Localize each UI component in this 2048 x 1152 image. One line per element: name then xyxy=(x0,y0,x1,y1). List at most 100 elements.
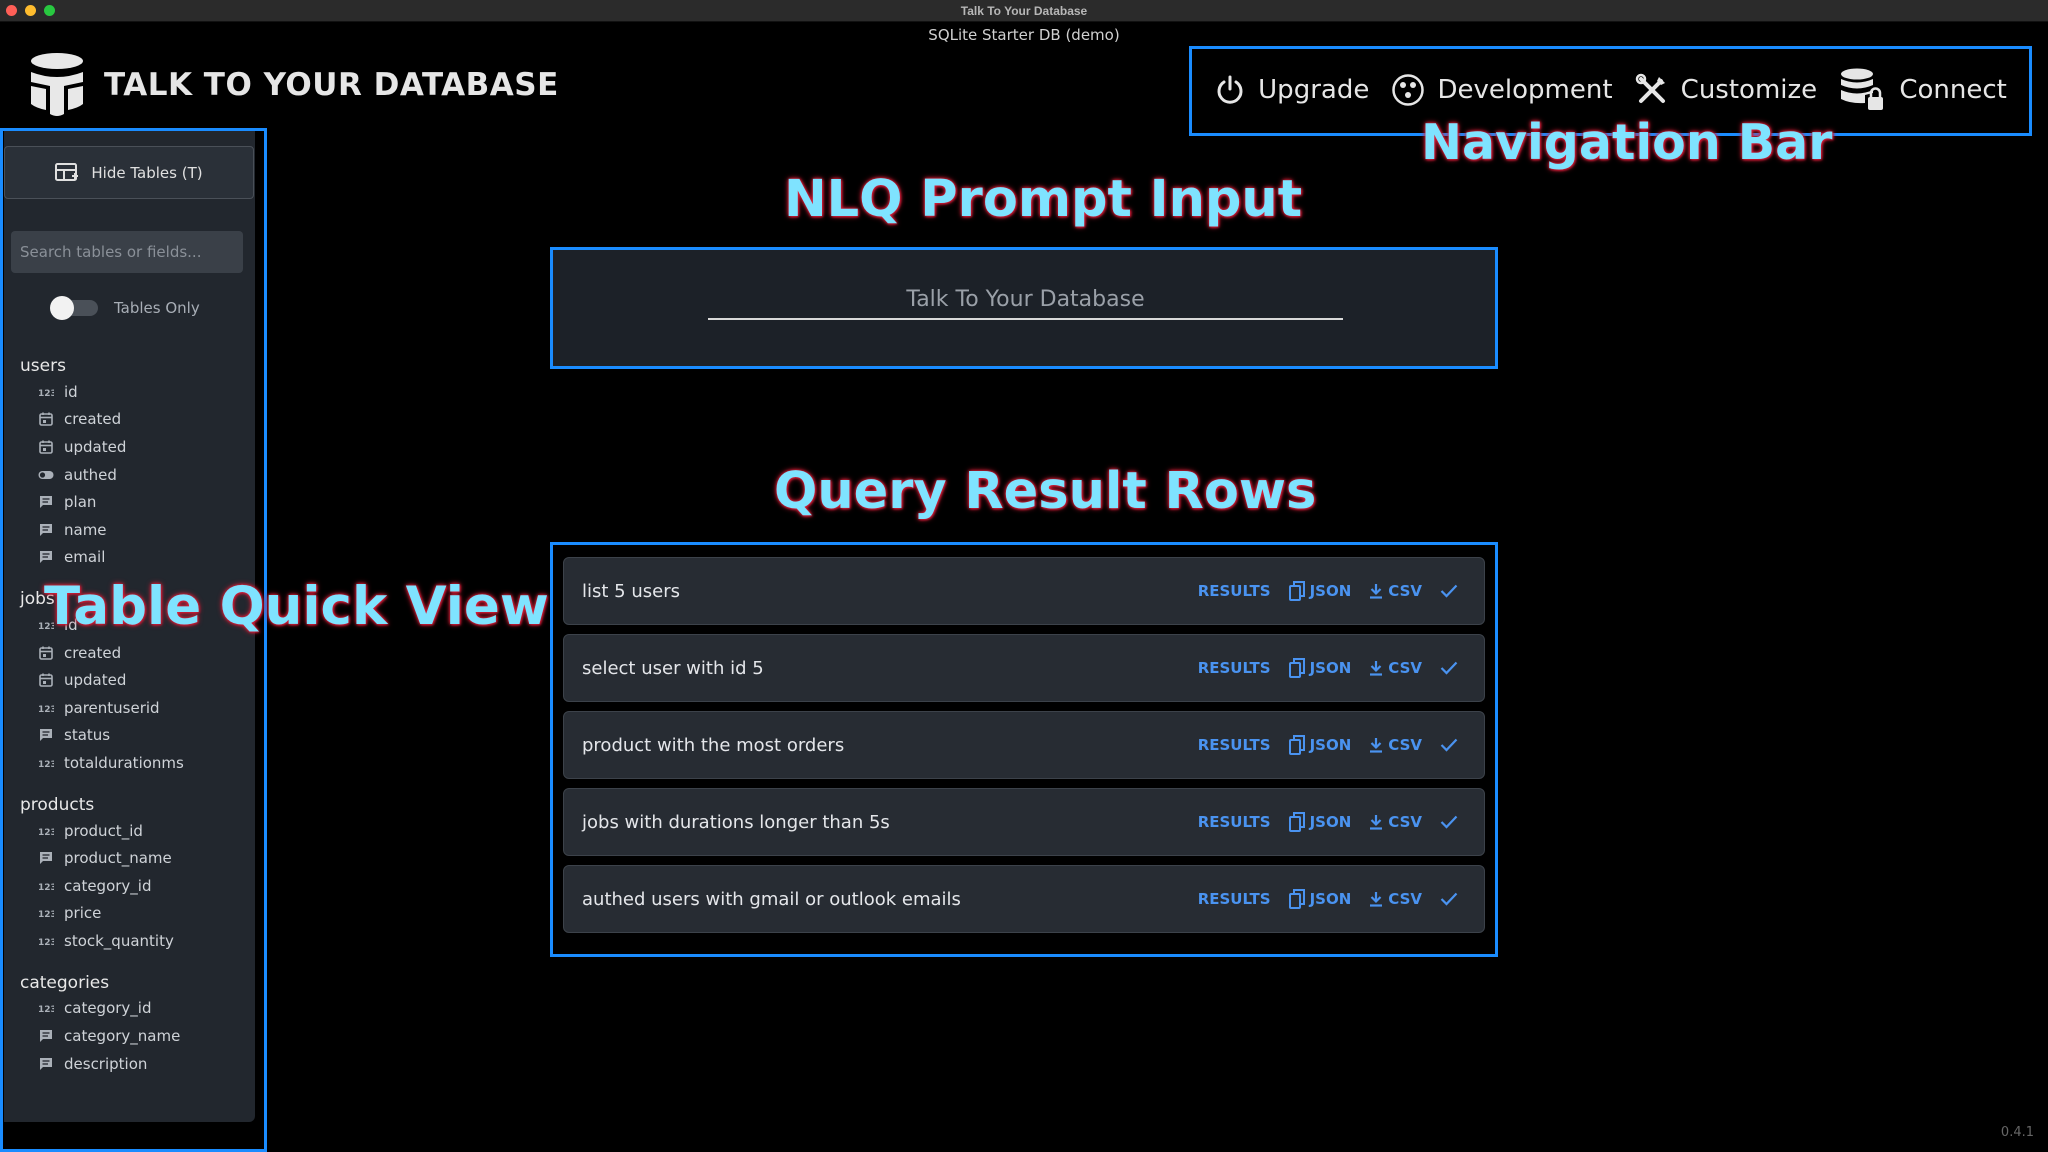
download-csv-button[interactable]: CSV xyxy=(1369,813,1422,831)
field-item[interactable]: description xyxy=(20,1050,250,1078)
check-icon[interactable] xyxy=(1440,892,1458,906)
copy-json-button[interactable]: JSON xyxy=(1288,889,1351,909)
field-item[interactable]: created xyxy=(20,639,250,667)
field-name: updated xyxy=(64,671,127,690)
download-csv-button[interactable]: CSV xyxy=(1369,736,1422,754)
field-item[interactable]: 123 parentuserid xyxy=(20,694,250,722)
field-item[interactable]: name xyxy=(20,516,250,544)
query-text: select user with id 5 xyxy=(582,657,764,679)
table-name[interactable]: users xyxy=(20,354,250,378)
date-type-icon xyxy=(38,646,54,660)
results-button[interactable]: RESULTS xyxy=(1198,813,1271,831)
copy-json-button[interactable]: JSON xyxy=(1288,812,1352,832)
nlq-prompt-input[interactable] xyxy=(708,280,1343,320)
field-item[interactable]: updated xyxy=(20,433,250,461)
check-icon[interactable] xyxy=(1440,661,1458,675)
field-item[interactable]: 123 totaldurationms xyxy=(20,749,250,777)
query-result-rows: list 5 users RESULTS JSON CSV select use… xyxy=(550,542,1498,957)
field-item[interactable]: 123 product_id xyxy=(20,817,250,845)
field-item[interactable]: email xyxy=(20,544,250,572)
results-label: RESULTS xyxy=(1197,890,1271,908)
result-row[interactable]: jobs with durations longer than 5s RESUL… xyxy=(563,788,1485,856)
field-item[interactable]: 123 category_id xyxy=(20,995,250,1023)
csv-label: CSV xyxy=(1388,813,1422,831)
field-item[interactable]: 123 category_id xyxy=(20,872,250,900)
field-item[interactable]: category_name xyxy=(20,1022,250,1050)
field-item[interactable]: plan xyxy=(20,488,250,516)
table-name[interactable]: products xyxy=(20,793,250,817)
results-button[interactable]: RESULTS xyxy=(1198,890,1271,908)
results-label: RESULTS xyxy=(1197,659,1271,677)
result-row[interactable]: select user with id 5 RESULTS JSON CSV xyxy=(563,634,1485,702)
search-tables-input[interactable] xyxy=(11,231,243,273)
nav-customize[interactable]: Customize xyxy=(1635,73,1817,107)
result-row[interactable]: list 5 users RESULTS JSON CSV xyxy=(563,557,1485,625)
query-text: jobs with durations longer than 5s xyxy=(582,811,890,833)
nav-connect[interactable]: Connect xyxy=(1839,67,2007,113)
tables-only-toggle[interactable]: Tables Only xyxy=(50,296,200,320)
download-icon xyxy=(1369,891,1383,907)
field-name: name xyxy=(64,520,107,539)
results-button[interactable]: RESULTS xyxy=(1198,659,1271,677)
query-text: list 5 users xyxy=(582,580,680,602)
svg-text:123: 123 xyxy=(38,1005,54,1013)
text-type-icon xyxy=(38,495,54,509)
number-type-icon: 123 xyxy=(38,934,54,948)
field-name: category_id xyxy=(64,999,152,1018)
nav-label: Connect xyxy=(1899,75,2007,105)
download-csv-button[interactable]: CSV xyxy=(1369,582,1422,600)
field-name: plan xyxy=(64,493,97,512)
field-name: parentuserid xyxy=(64,698,160,717)
hide-tables-button[interactable]: Hide Tables (T) xyxy=(4,146,254,199)
database-lock-icon xyxy=(1841,68,1884,110)
table-group: products 123 product_id product_name 123 cate… xyxy=(20,793,250,955)
field-item[interactable]: 123 id xyxy=(20,378,250,406)
field-item[interactable]: updated xyxy=(20,666,250,694)
result-row[interactable]: authed users with gmail or outlook email… xyxy=(563,865,1485,933)
check-icon[interactable] xyxy=(1440,815,1458,829)
copy-icon xyxy=(1288,889,1305,909)
result-row[interactable]: product with the most orders RESULTS JSO… xyxy=(563,711,1485,779)
app-logo: TALK TO YOUR DATABASE xyxy=(28,52,559,118)
download-csv-button[interactable]: CSV xyxy=(1369,659,1422,677)
field-name: description xyxy=(64,1054,148,1073)
minimize-window-button[interactable] xyxy=(25,5,36,16)
row-actions: RESULTS JSON CSV xyxy=(1198,581,1458,601)
field-item[interactable]: 123 price xyxy=(20,900,250,928)
number-type-icon: 123 xyxy=(38,879,54,893)
results-button[interactable]: RESULTS xyxy=(1198,582,1271,600)
row-actions: RESULTS JSON CSV xyxy=(1198,658,1458,678)
field-item[interactable]: 123 stock_quantity xyxy=(20,927,250,955)
development-icon xyxy=(1392,74,1425,106)
nav-development[interactable]: Development xyxy=(1391,73,1613,107)
zoom-window-button[interactable] xyxy=(44,5,55,16)
download-csv-button[interactable]: CSV xyxy=(1369,890,1422,908)
field-name: category_name xyxy=(64,1027,181,1046)
date-type-icon xyxy=(38,440,54,454)
json-label: JSON xyxy=(1309,813,1352,831)
results-button[interactable]: RESULTS xyxy=(1198,736,1271,754)
nav-upgrade[interactable]: Upgrade xyxy=(1214,74,1369,106)
results-label: RESULTS xyxy=(1197,582,1271,600)
field-item[interactable]: product_name xyxy=(20,844,250,872)
copy-json-button[interactable]: JSON xyxy=(1288,658,1351,678)
field-item[interactable]: authed xyxy=(20,461,250,489)
copy-json-button[interactable]: JSON xyxy=(1288,581,1351,601)
number-type-icon: 123 xyxy=(38,756,54,770)
row-actions: RESULTS JSON CSV xyxy=(1198,735,1458,755)
field-name: status xyxy=(64,726,111,745)
annotation-navigation-bar: Navigation Bar xyxy=(1421,114,1833,171)
field-item[interactable]: created xyxy=(20,406,250,434)
json-label: JSON xyxy=(1309,736,1352,754)
field-item[interactable]: status xyxy=(20,722,250,750)
close-window-button[interactable] xyxy=(6,5,17,16)
toggle-track[interactable] xyxy=(50,296,98,320)
table-list: users 123 id created updated authed plan name em… xyxy=(20,354,250,1077)
copy-icon xyxy=(1288,735,1305,755)
power-icon xyxy=(1217,75,1243,104)
svg-text:123: 123 xyxy=(38,760,54,768)
table-name[interactable]: categories xyxy=(20,971,250,995)
check-icon[interactable] xyxy=(1440,738,1458,752)
copy-json-button[interactable]: JSON xyxy=(1288,735,1352,755)
check-icon[interactable] xyxy=(1440,584,1458,598)
